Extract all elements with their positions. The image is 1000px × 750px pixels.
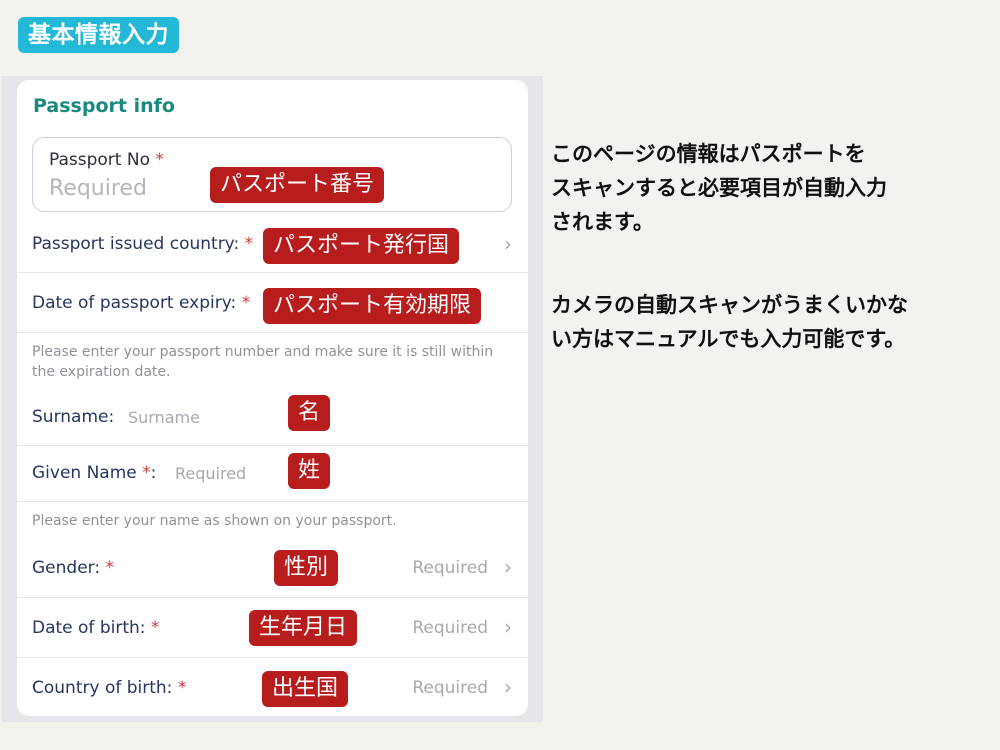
expiry-label: Date of passport expiry: * (32, 293, 251, 313)
explanation-manual-entry: カメラの自動スキャンがうまくいかな い方はマニュアルでも入力可能です。 (551, 293, 908, 351)
chevron-right-icon: › (504, 675, 512, 699)
surname-input[interactable]: Surname (128, 408, 200, 427)
card-title: Passport info (33, 95, 175, 117)
badge-surname: 名 (288, 395, 331, 431)
badge-gender: 性別 (274, 550, 339, 586)
given-name-row[interactable]: Given Name *: Required (17, 446, 528, 502)
country-of-birth-value: Required (412, 678, 488, 698)
dob-value: Required (412, 618, 488, 638)
badge-country-of-birth: 出生国 (262, 671, 349, 707)
gender-value: Required (412, 558, 488, 578)
explanation-auto-scan: このページの情報はパスポートを スキャンすると必要項目が自動入力 されます。 (551, 142, 887, 234)
passport-no-input[interactable]: Required (49, 176, 147, 201)
gender-label: Gender: * (32, 558, 114, 578)
badge-passport-no: パスポート番号 (210, 167, 385, 203)
badge-expiry: パスポート有効期限 (263, 288, 482, 324)
country-of-birth-label: Country of birth: * (32, 678, 187, 698)
passport-no-label: Passport No * (49, 150, 164, 170)
badge-given-name: 姓 (288, 453, 331, 489)
badge-dob: 生年月日 (249, 610, 358, 646)
passport-note: Please enter your passport number and ma… (32, 344, 494, 380)
dob-label: Date of birth: * (32, 618, 160, 638)
section-header-tag: 基本情報入力 (18, 17, 179, 53)
gender-row[interactable]: Gender: * Required › (17, 538, 528, 598)
chevron-right-icon: › (504, 615, 512, 639)
surname-label: Surname: (32, 407, 115, 427)
name-note: Please enter your name as shown on your … (32, 513, 397, 529)
given-name-label: Given Name *: (32, 463, 157, 483)
badge-issued-country: パスポート発行国 (263, 228, 460, 264)
chevron-right-icon: › (504, 555, 512, 579)
given-name-input[interactable]: Required (175, 464, 246, 483)
chevron-right-icon: › (504, 232, 512, 256)
surname-row[interactable]: Surname: Surname (17, 390, 528, 446)
issued-country-label: Passport issued country: * (32, 234, 254, 254)
required-mark: * (155, 150, 164, 170)
